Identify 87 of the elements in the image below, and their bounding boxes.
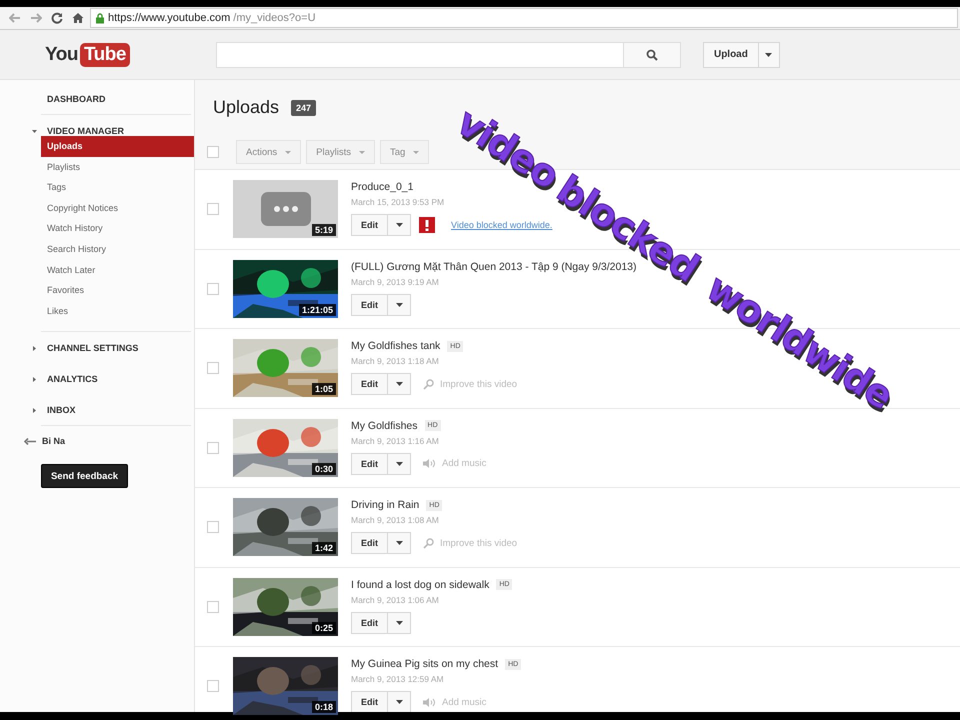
video-duration: 5:19 — [312, 224, 336, 236]
video-date: March 9, 2013 1:16 AM — [351, 436, 440, 446]
sidebar-item[interactable]: Watch History — [41, 218, 194, 239]
caret-icon — [359, 150, 365, 154]
select-all-checkbox[interactable] — [207, 146, 219, 158]
edit-menu-button[interactable] — [387, 214, 411, 236]
caret-icon — [396, 223, 402, 227]
count-badge: 247 — [291, 100, 316, 116]
sidebar-item[interactable]: Copyright Notices — [41, 198, 194, 218]
lock-icon — [95, 12, 105, 24]
sidebar-item[interactable]: Tags — [41, 177, 194, 198]
edit-button[interactable]: Edit — [351, 452, 388, 474]
sidebar-item[interactable]: Search History — [41, 238, 194, 260]
video-date: March 9, 2013 12:59 AM — [351, 674, 445, 684]
caret-icon — [396, 302, 402, 306]
row-checkbox[interactable] — [207, 203, 219, 216]
edit-menu-button[interactable] — [387, 452, 411, 474]
edit-menu-button[interactable] — [387, 532, 411, 554]
video-title[interactable]: I found a lost dog on sidewalk — [351, 578, 490, 590]
row-checkbox[interactable] — [207, 282, 219, 295]
video-title[interactable]: My Guinea Pig sits on my chest — [351, 658, 498, 670]
sidebar-heading[interactable]: CHANNEL SETTINGS — [47, 343, 138, 354]
edit-menu-button[interactable] — [387, 691, 411, 713]
magic-wand-icon — [423, 538, 434, 548]
caret-icon — [396, 462, 402, 466]
caret-icon — [396, 700, 402, 704]
edit-menu-button[interactable] — [387, 612, 411, 634]
sidebar-item[interactable]: Playlists — [41, 156, 194, 178]
video-date: March 15, 2013 9:53 PM — [351, 197, 446, 207]
video-duration: 0:18 — [312, 701, 336, 713]
video-date: March 9, 2013 9:19 AM — [351, 276, 440, 286]
expand-arrow-icon[interactable] — [32, 408, 37, 413]
edit-menu-button[interactable] — [387, 373, 411, 395]
video-date: March 9, 2013 1:08 AM — [351, 515, 440, 525]
send-feedback-button[interactable]: Send feedback — [41, 464, 128, 488]
search-field[interactable] — [216, 42, 624, 68]
sidebar-item[interactable]: Favorites — [41, 280, 194, 301]
caret-icon — [285, 150, 292, 154]
speaker-icon — [423, 696, 436, 708]
edit-menu-button[interactable] — [387, 294, 411, 316]
sidebar-heading[interactable]: DASHBOARD — [47, 94, 194, 104]
sidebar-item[interactable]: Uploads — [41, 136, 194, 157]
caret-icon — [765, 52, 772, 56]
caret-icon — [396, 541, 402, 545]
sidebar-item[interactable]: Likes — [41, 300, 194, 322]
upload-button[interactable]: Upload — [702, 42, 759, 68]
search-icon — [646, 48, 658, 60]
sidebar-heading[interactable]: ANALYTICS — [47, 374, 98, 384]
expand-arrow-icon[interactable] — [32, 346, 37, 351]
video-placeholder[interactable] — [233, 180, 338, 238]
page-title: Uploads — [213, 97, 280, 118]
sidebar-heading[interactable]: VIDEO MANAGER — [47, 126, 124, 136]
edit-button[interactable]: Edit — [351, 691, 388, 713]
user-name[interactable]: Bi Na — [42, 436, 66, 446]
caret-icon — [413, 150, 420, 154]
warning-icon — [419, 217, 435, 233]
caret-icon — [396, 620, 402, 624]
video-title[interactable]: Driving in Rain — [351, 499, 420, 511]
speaker-icon — [423, 458, 436, 469]
address-bar[interactable]: https://www.youtube.com /my_videos?o=U — [90, 8, 958, 28]
search-button[interactable] — [622, 42, 681, 68]
expand-arrow-icon[interactable] — [32, 376, 37, 382]
video-duration: 1:05 — [312, 383, 336, 395]
edit-button[interactable]: Edit — [351, 294, 388, 316]
edit-button[interactable]: Edit — [351, 373, 388, 395]
ellipsis-icon — [260, 192, 310, 226]
video-duration: 1:42 — [312, 542, 336, 554]
caret-icon — [396, 382, 402, 386]
expand-arrow-icon[interactable] — [32, 128, 37, 134]
row-checkbox[interactable] — [207, 521, 219, 534]
row-checkbox[interactable] — [207, 442, 219, 454]
row-checkbox[interactable] — [207, 362, 219, 374]
sidebar-heading[interactable]: INBOX — [47, 405, 76, 416]
edit-button[interactable]: Edit — [351, 612, 388, 634]
row-checkbox[interactable] — [207, 680, 219, 692]
upload-menu-button[interactable] — [758, 42, 780, 68]
edit-button[interactable]: Edit — [351, 214, 388, 236]
sidebar-item[interactable]: Watch Later — [41, 260, 194, 280]
magic-wand-icon — [423, 378, 434, 390]
video-date: March 9, 2013 1:06 AM — [351, 594, 440, 604]
video-title[interactable]: My Goldfishes tank — [351, 340, 440, 352]
video-date: March 9, 2013 1:18 AM — [351, 356, 440, 366]
arrow-icon — [24, 438, 36, 445]
row-checkbox[interactable] — [207, 600, 219, 613]
edit-button[interactable]: Edit — [351, 532, 388, 554]
video-title[interactable]: My Goldfishes — [351, 420, 418, 432]
video-title[interactable]: Produce_0_1 — [351, 181, 414, 193]
